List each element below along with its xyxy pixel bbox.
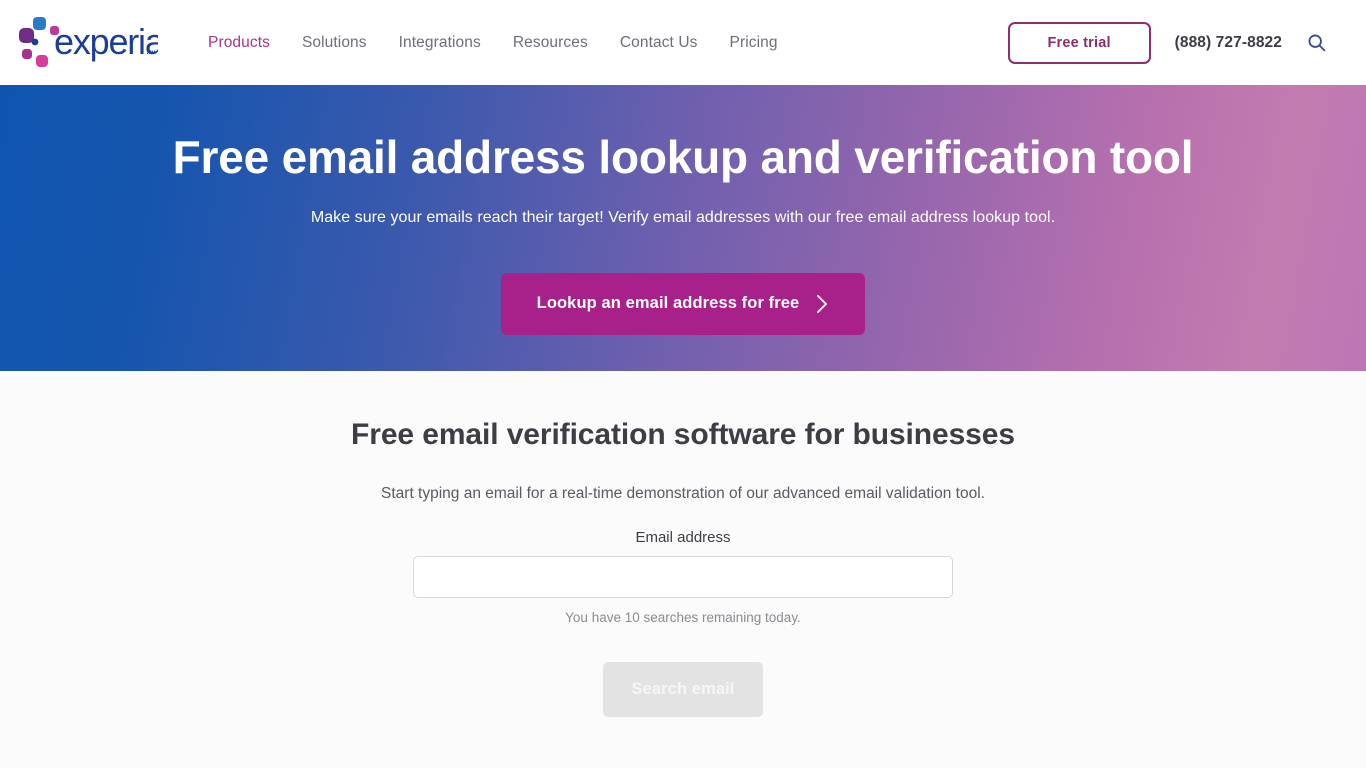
nav-item-resources[interactable]: Resources [497,24,604,62]
phone-number[interactable]: (888) 727-8822 [1175,34,1282,52]
section-title: Free email verification software for bus… [351,418,1015,451]
main-content: Free email verification software for bus… [0,371,1366,768]
email-input[interactable] [413,556,953,598]
search-icon[interactable] [1304,31,1328,55]
nav-item-pricing[interactable]: Pricing [714,24,794,62]
hero-title: Free email address lookup and verificati… [172,131,1194,183]
search-icon-svg [1307,34,1325,52]
svg-text:™: ™ [148,49,156,58]
free-trial-button[interactable]: Free trial [1007,21,1151,64]
hero-cta-label: Lookup an email address for free [536,294,800,313]
nav-item-products[interactable]: Products [192,24,286,62]
experian-logo-svg: experian . ™ [19,16,158,67]
email-lookup-form: Email address You have 10 searches remai… [413,529,953,717]
svg-text:experian: experian [54,21,158,62]
nav-item-solutions[interactable]: Solutions [286,24,383,62]
header-actions: Free trial (888) 727-8822 [1007,21,1328,64]
hero-cta-button[interactable]: Lookup an email address for free [500,272,866,335]
nav-item-integrations[interactable]: Integrations [383,24,497,62]
searches-remaining-text: You have 10 searches remaining today. [565,610,801,625]
experian-logo[interactable]: experian . ™ [18,13,158,73]
main-navigation: Products Solutions Integrations Resource… [192,24,794,62]
nav-item-contact-us[interactable]: Contact Us [604,24,714,62]
email-field-label: Email address [635,529,731,546]
hero-subtitle: Make sure your emails reach their target… [310,208,1056,226]
hero-banner: Free email address lookup and verificati… [0,85,1366,371]
section-subtitle: Start typing an email for a real-time de… [381,485,985,502]
chevron-right-icon [815,293,829,315]
chevron-right-icon-svg [817,294,828,313]
site-header: experian . ™ Products Solutions Integrat… [0,0,1366,85]
search-email-button[interactable]: Search email [603,662,763,717]
